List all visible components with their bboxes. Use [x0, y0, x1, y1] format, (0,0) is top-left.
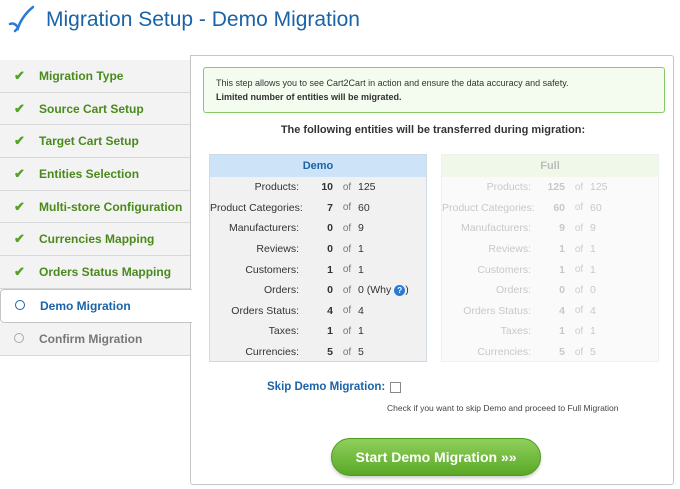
table-row: Orders Status: 4 of 4 [231, 304, 364, 317]
step-label: Confirm Migration [39, 331, 143, 346]
check-icon: ✔ [14, 67, 25, 83]
check-icon: ✔ [14, 263, 25, 279]
full-entities-table: Full Products: 125 of 125 Product Categorie… [441, 154, 659, 362]
help-icon[interactable]: ? [394, 284, 406, 296]
table-row: Product Categories: 60 of 60 [442, 201, 602, 214]
notice-line: This step allows you to see Cart2Cart in… [216, 78, 569, 88]
check-icon: ✔ [14, 100, 25, 116]
table-row: Orders Status: 4 of 4 [463, 304, 596, 317]
active-step-circle-icon [15, 298, 29, 313]
step-confirm-migration: Confirm Migration [0, 322, 191, 356]
step-label: Source Cart Setup [39, 101, 144, 116]
skip-demo-label: Skip Demo Migration: [267, 381, 386, 393]
table-row: Currencies: 5 of 5 [477, 346, 596, 359]
table-row: Products: 10 of 125 [254, 181, 376, 194]
table-row: Taxes: 1 of 1 [268, 325, 364, 338]
table-row: Currencies: 5 of 5 [245, 346, 364, 359]
pending-step-circle-icon [14, 331, 28, 346]
demo-migration-panel: This step allows you to see Cart2Cart in… [190, 55, 674, 485]
table-row: Reviews: 0 of 1 [256, 243, 364, 256]
page-title: Migration Setup - Demo Migration [46, 8, 360, 31]
start-demo-migration-button[interactable]: Start Demo Migration »» [331, 438, 541, 476]
notice-line-bold: Limited number of entities will be migra… [216, 92, 402, 102]
step-label: Entities Selection [39, 166, 140, 181]
wizard-steps-sidebar: ✔ Migration Type ✔ Source Cart Setup ✔ T… [0, 60, 192, 356]
table-row: Product Categories: 7 of 60 [210, 201, 370, 214]
step-multi-store-configuration[interactable]: ✔ Multi-store Configuration [0, 190, 191, 224]
step-label: Target Cart Setup [39, 134, 139, 149]
step-currencies-mapping[interactable]: ✔ Currencies Mapping [0, 223, 191, 257]
skip-demo-help-text: Check if you want to skip Demo and proce… [387, 403, 619, 413]
entities-subtitle: The following entities will be transferr… [280, 124, 586, 136]
orders-total-text: 0 (Why [358, 284, 392, 297]
step-demo-migration[interactable]: Demo Migration [0, 288, 192, 323]
step-target-cart-setup[interactable]: ✔ Target Cart Setup [0, 125, 191, 159]
table-row: Taxes: 1 of 1 [500, 325, 596, 338]
table-title: Demo [210, 155, 426, 177]
cart2cart-logo-icon [8, 5, 35, 33]
table-row: Products: 125 of 125 [486, 181, 608, 194]
table-title: Full [442, 155, 658, 177]
step-label: Multi-store Configuration [39, 199, 183, 214]
table-row: Manufacturers: 0 of 9 [228, 222, 364, 235]
step-label: Orders Status Mapping [39, 264, 172, 279]
check-icon: ✔ [14, 133, 25, 149]
table-row: Orders: 0 of 0 [495, 284, 596, 297]
page-header: Migration Setup - Demo Migration [0, 0, 680, 44]
table-row: Orders: 0 of 0 (Why ?) [263, 284, 409, 297]
check-icon: ✔ [14, 165, 25, 181]
check-icon: ✔ [14, 198, 25, 214]
step-entities-selection[interactable]: ✔ Entities Selection [0, 158, 191, 191]
table-row: Customers: 1 of 1 [477, 263, 596, 276]
info-notice: This step allows you to see Cart2Cart in… [203, 67, 665, 113]
check-icon: ✔ [14, 231, 25, 247]
step-migration-type[interactable]: ✔ Migration Type [0, 60, 191, 93]
skip-demo-checkbox[interactable] [390, 382, 401, 393]
step-source-cart-setup[interactable]: ✔ Source Cart Setup [0, 92, 191, 126]
step-label: Demo Migration [40, 298, 131, 313]
step-label: Migration Type [39, 68, 124, 83]
demo-entities-table: Demo Products: 10 of 125 Product Categories… [209, 154, 427, 362]
step-orders-status-mapping[interactable]: ✔ Orders Status Mapping [0, 256, 191, 289]
table-row: Reviews: 1 of 1 [488, 243, 596, 256]
table-row: Customers: 1 of 1 [245, 263, 364, 276]
step-label: Currencies Mapping [39, 232, 155, 247]
table-row: Manufacturers: 9 of 9 [460, 222, 596, 235]
